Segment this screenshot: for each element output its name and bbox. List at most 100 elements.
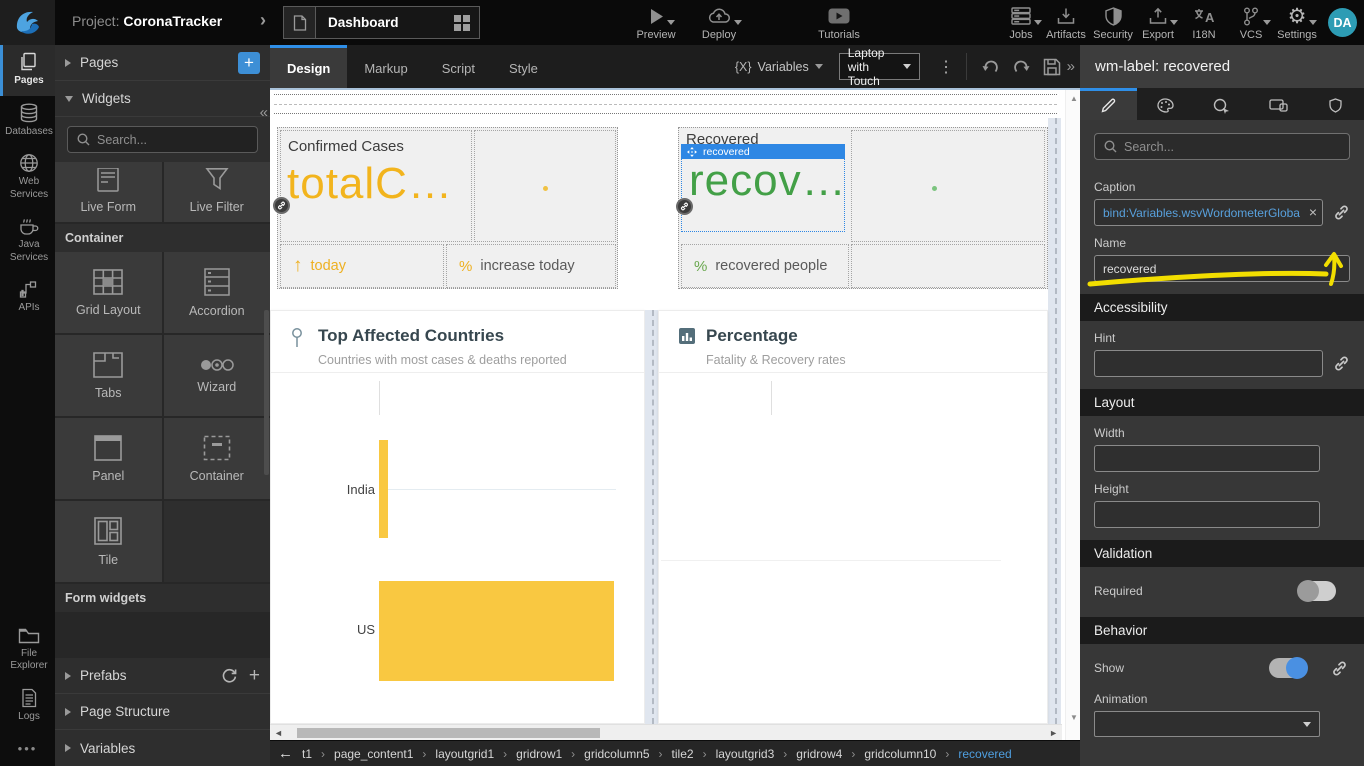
breadcrumb-item-active[interactable]: recovered xyxy=(958,747,1011,761)
today-stat-cell[interactable]: today xyxy=(280,244,444,288)
rail-item-file-explorer[interactable]: File Explorer xyxy=(0,620,55,681)
show-toggle[interactable] xyxy=(1269,658,1307,678)
tab-design[interactable]: Design xyxy=(270,45,347,88)
width-input[interactable] xyxy=(1094,445,1320,472)
back-arrow-icon[interactable] xyxy=(278,745,293,762)
widget-tile-tile[interactable]: Tile xyxy=(55,501,162,582)
scroll-up-arrow-icon[interactable]: ▲ xyxy=(1070,94,1078,103)
add-page-button[interactable] xyxy=(238,52,260,74)
hint-input[interactable] xyxy=(1094,350,1323,377)
variables-section-header[interactable]: Variables xyxy=(55,730,270,766)
bind-caption-icon[interactable] xyxy=(1333,204,1350,221)
today-label[interactable]: today xyxy=(311,258,346,274)
recovered-people-stat-cell[interactable]: %recovered people xyxy=(681,244,849,288)
deploy-button[interactable]: Deploy xyxy=(690,5,748,41)
page-tab-dashboard[interactable]: Dashboard xyxy=(283,6,480,39)
rail-item-logs[interactable]: Logs xyxy=(0,681,55,732)
recovered-side-cell[interactable] xyxy=(851,130,1045,242)
collapse-right-panel-button[interactable] xyxy=(1067,58,1080,75)
breadcrumb-item[interactable]: gridcolumn10 xyxy=(864,747,936,761)
breadcrumb-item[interactable]: t1 xyxy=(302,747,312,761)
tab-styles[interactable] xyxy=(1137,88,1194,120)
horizontal-scrollbar[interactable]: ◄ ► xyxy=(270,724,1062,740)
animation-select[interactable] xyxy=(1094,711,1320,737)
panel-scrollbar[interactable] xyxy=(264,310,269,475)
rail-item-web-services[interactable]: Web Services xyxy=(0,146,55,209)
rail-item-pages[interactable]: Pages xyxy=(0,45,55,96)
percentage-panel[interactable]: Percentage Fatality & Recovery rates xyxy=(658,310,1048,724)
tab-events[interactable] xyxy=(1194,88,1251,120)
prefabs-section-header[interactable]: Prefabs xyxy=(55,658,270,694)
tutorials-button[interactable]: Tutorials xyxy=(810,5,868,41)
page-header-placeholder[interactable] xyxy=(274,94,1057,114)
top-affected-countries-panel[interactable]: Top Affected Countries Countries with mo… xyxy=(270,310,645,724)
widget-tile-wizard[interactable]: Wizard xyxy=(164,335,271,416)
clear-binding-icon[interactable] xyxy=(1309,203,1317,221)
bind-show-icon[interactable] xyxy=(1331,660,1348,677)
redo-button[interactable] xyxy=(1006,58,1037,75)
recovered-card[interactable]: Recovered recovered recov… %recovered pe… xyxy=(678,127,1048,289)
rail-item-databases[interactable]: Databases xyxy=(0,96,55,147)
breadcrumb-item[interactable]: layoutgrid1 xyxy=(435,747,494,761)
recovered-empty-stat-cell[interactable] xyxy=(851,244,1045,288)
tab-markup[interactable]: Markup xyxy=(347,45,424,88)
widget-tile-live-filter[interactable]: Live Filter xyxy=(164,162,271,222)
collapse-left-panel-button[interactable] xyxy=(260,104,268,121)
total-cases-label[interactable]: totalC… xyxy=(287,159,453,209)
recovered-people-label[interactable]: recovered people xyxy=(715,258,827,274)
scrollbar-thumb[interactable] xyxy=(297,728,600,738)
settings-button[interactable]: Settings xyxy=(1268,5,1326,41)
properties-search-input[interactable] xyxy=(1124,140,1340,154)
widget-tile-accordion[interactable]: Accordion xyxy=(164,252,271,333)
save-button[interactable] xyxy=(1037,58,1067,76)
design-canvas[interactable]: Confirmed Cases totalC… today %increase … xyxy=(270,88,1080,740)
tab-script[interactable]: Script xyxy=(425,45,492,88)
add-prefab-button[interactable] xyxy=(249,666,260,685)
rail-item-apis[interactable]: APIs xyxy=(0,272,55,323)
refresh-icon[interactable] xyxy=(222,668,237,683)
preview-button[interactable]: Preview xyxy=(627,5,685,41)
breadcrumb-item[interactable]: gridrow1 xyxy=(516,747,562,761)
vertical-scrollbar[interactable]: ▲ ▼ xyxy=(1065,90,1080,740)
scroll-left-arrow-icon[interactable]: ◄ xyxy=(274,728,283,738)
pages-section-header[interactable]: Pages xyxy=(55,45,270,81)
required-toggle[interactable] xyxy=(1298,581,1336,601)
confirmed-cases-card[interactable]: Confirmed Cases totalC… today %increase … xyxy=(277,127,618,289)
user-avatar[interactable]: DA xyxy=(1328,8,1357,37)
bind-hint-icon[interactable] xyxy=(1333,355,1350,372)
tab-style[interactable]: Style xyxy=(492,45,555,88)
confirmed-cases-title[interactable]: Confirmed Cases xyxy=(288,138,404,155)
widget-tile-container[interactable]: Container xyxy=(164,418,271,499)
tab-devices[interactable] xyxy=(1250,88,1307,120)
breadcrumb-item[interactable]: layoutgrid3 xyxy=(716,747,775,761)
widget-tile-panel[interactable]: Panel xyxy=(55,418,162,499)
breadcrumb-item[interactable]: gridrow4 xyxy=(796,747,842,761)
rail-item-java-services[interactable]: Java Services xyxy=(0,209,55,272)
confirmed-cases-side-cell[interactable] xyxy=(474,130,616,242)
confirmed-cases-cell[interactable]: Confirmed Cases totalC… xyxy=(280,130,472,242)
widgets-section-header[interactable]: Widgets xyxy=(55,81,270,117)
increase-today-label[interactable]: increase today xyxy=(480,258,574,274)
breadcrumb-item[interactable]: tile2 xyxy=(672,747,694,761)
widget-tile-grid-layout[interactable]: Grid Layout xyxy=(55,252,162,333)
more-canvas-options-icon[interactable] xyxy=(934,57,958,77)
breadcrumb-item[interactable]: page_content1 xyxy=(334,747,413,761)
bind-link-badge-icon[interactable] xyxy=(273,197,290,214)
increase-today-stat-cell[interactable]: %increase today xyxy=(446,244,616,288)
widget-search-input[interactable] xyxy=(97,133,248,147)
page-structure-section-header[interactable]: Page Structure xyxy=(55,694,270,730)
tab-security[interactable] xyxy=(1307,88,1364,120)
breadcrumb-item[interactable]: gridcolumn5 xyxy=(584,747,649,761)
variables-button[interactable]: {X} Variables xyxy=(735,45,823,88)
widget-tile-live-form[interactable]: Live Form xyxy=(55,162,162,222)
name-input[interactable] xyxy=(1094,255,1350,282)
selected-widget-bar[interactable]: recovered xyxy=(681,144,845,159)
device-select[interactable]: Laptop with Touch xyxy=(839,53,920,80)
page-layout-grid-icon[interactable] xyxy=(454,15,470,31)
height-input[interactable] xyxy=(1094,501,1320,528)
widget-tile-tabs[interactable]: Tabs xyxy=(55,335,162,416)
caption-input[interactable] xyxy=(1094,199,1323,226)
scroll-down-arrow-icon[interactable]: ▼ xyxy=(1070,713,1078,722)
undo-button[interactable] xyxy=(975,58,1006,75)
chevron-right-icon[interactable]: › xyxy=(260,10,266,31)
